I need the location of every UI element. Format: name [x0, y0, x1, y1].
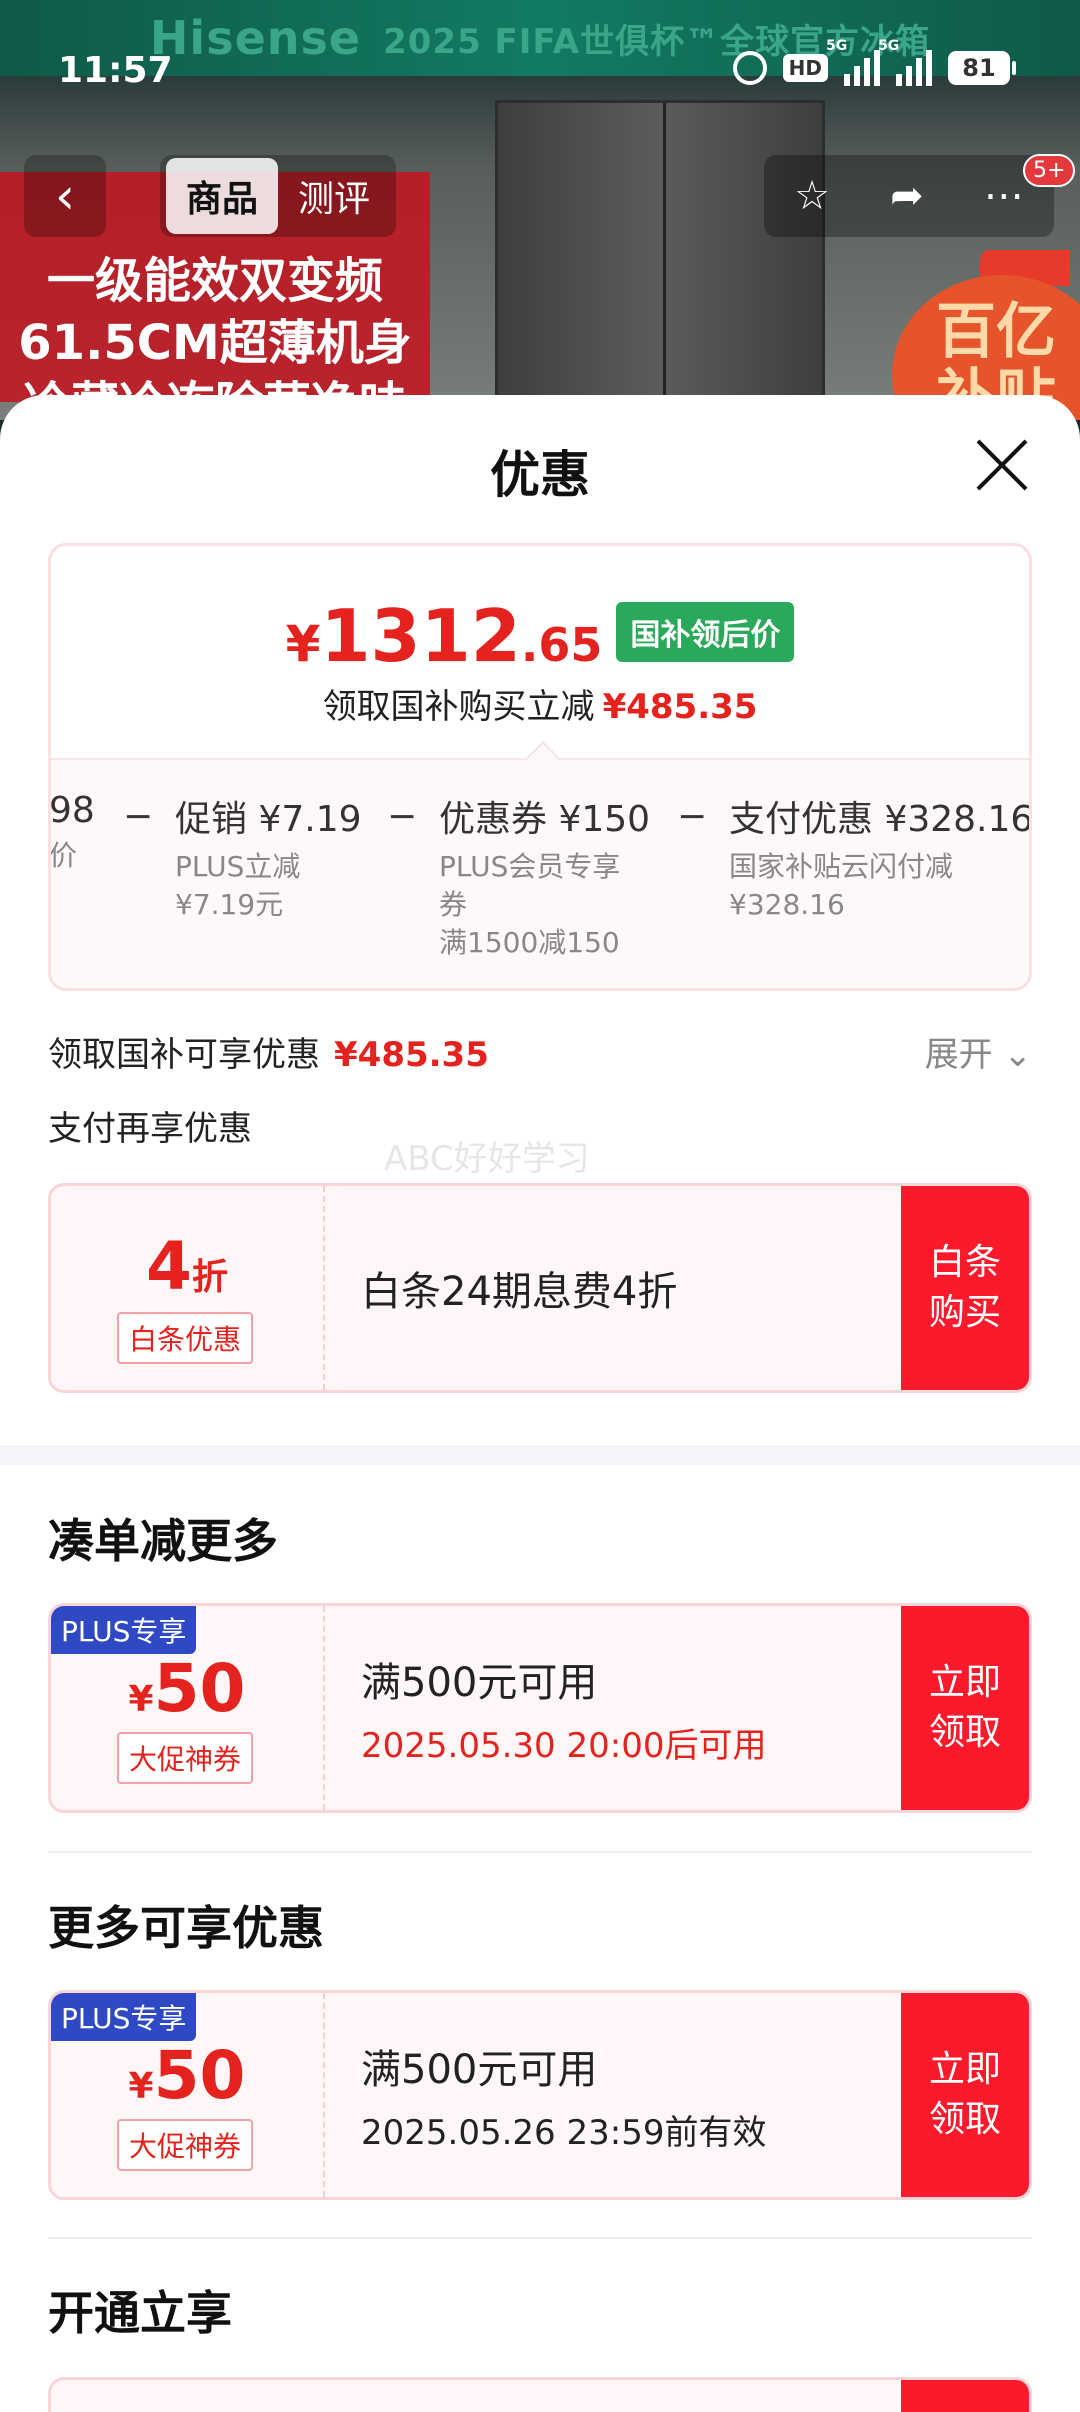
price-symbol: ¥: [285, 615, 321, 673]
claim-button[interactable]: 立即领取: [901, 1606, 1029, 1810]
nav-actions: ☆ ➦ ⋯: [764, 155, 1054, 237]
cart-badge: 5+: [1023, 154, 1076, 187]
price-integer: 1312: [320, 594, 521, 678]
benefit-row: 领取国补可享优惠 ¥485.35 展开 ⌄: [48, 1027, 1032, 1076]
coupon-time: 2025.05.30 20:00后可用: [361, 1725, 767, 1766]
benefit-label: 领取国补可享优惠: [48, 1035, 320, 1075]
share-icon[interactable]: ➦: [890, 173, 924, 219]
breakdown-item: 促销 ¥7.19 PLUS立减 ¥7.19元: [175, 799, 362, 921]
coupon-desc: 满500元可用: [361, 1659, 598, 1706]
minus-sign: −: [123, 796, 154, 837]
divider: [48, 1851, 1032, 1853]
section-divider: [0, 1445, 1080, 1465]
more-icon[interactable]: ⋯: [984, 173, 1024, 219]
save-line: 领取国补购买立减 ¥485.35: [51, 679, 1029, 728]
watermark: ABC好好学习: [384, 1139, 590, 1179]
baitiao-buy-button[interactable]: 白条购买: [901, 1186, 1029, 1390]
plus-tag: PLUS专享: [51, 1606, 197, 1654]
breakdown-item: 98 价: [49, 790, 95, 872]
save-text: 领取国补购买立减: [322, 687, 595, 727]
fridge-image: [495, 100, 825, 420]
save-amount: ¥485.35: [602, 687, 758, 727]
coupon-info: 满500元可用 2025.05.30 20:00后可用: [361, 1606, 766, 1810]
close-button[interactable]: [974, 437, 1030, 493]
price-summary: ¥ 1312 .65 国补领后价 领取国补购买立减 ¥485.35: [51, 546, 1029, 758]
minus-sign: −: [387, 796, 418, 837]
claim-button[interactable]: [901, 2380, 1029, 2412]
promo-line: 一级能效双变频: [46, 253, 383, 309]
divider: [48, 2237, 1032, 2239]
coupon-tag: 白条优惠: [117, 1312, 254, 1364]
discount-sheet: 优惠 ¥ 1312 .65 国补领后价 领取国补购买立减 ¥485.35 98 价…: [0, 395, 1080, 2412]
coupon-symbol: ¥: [128, 1679, 154, 1720]
coupon-info: 白条24期息费4折: [361, 1186, 677, 1390]
coupon-left: 4折 白条优惠: [51, 1186, 325, 1390]
chevron-down-icon: ⌄: [1003, 1035, 1033, 1075]
subsidy-price-tag: 国补领后价: [616, 602, 795, 662]
price-breakdown[interactable]: 98 价 − 促销 ¥7.19 PLUS立减 ¥7.19元 − 优惠券 ¥150…: [49, 741, 1032, 988]
coupon-tag: 大促神券: [117, 1732, 254, 1784]
coupon-card-partial: [48, 2377, 1032, 2412]
back-button[interactable]: ‹: [24, 155, 106, 237]
chevron-left-icon: ‹: [55, 167, 75, 225]
benefit-amount: ¥485.35: [334, 1035, 489, 1075]
discount-unit: 折: [191, 1257, 228, 1298]
minus-sign: −: [677, 796, 708, 837]
status-icons: HD 5G 5G 81: [732, 38, 1016, 86]
claim-button[interactable]: 立即领取: [901, 1993, 1029, 2197]
breakdown-item: 支付优惠 ¥328.16 国家补贴云闪付减 ¥328.16: [729, 799, 1032, 921]
discount-value: 4: [146, 1228, 192, 1305]
price-card: ¥ 1312 .65 国补领后价 领取国补购买立减 ¥485.35 98 价 − …: [48, 543, 1032, 991]
promo-line: 61.5CM超薄机身: [18, 315, 412, 371]
baitiao-card: 4折 白条优惠 白条24期息费4折 白条购买: [48, 1183, 1032, 1393]
plus-tag: PLUS专享: [51, 1993, 197, 2041]
coupon-card: ¥50 大促神券 PLUS专享 满500元可用 2025.05.30 20:00…: [48, 1603, 1032, 1813]
signal-icon: 5G: [826, 38, 880, 86]
battery-icon: 81: [948, 51, 1016, 85]
breakdown-item: 优惠券 ¥150 PLUS会员专享 券 满1500减150: [439, 799, 651, 959]
hd-icon: HD: [782, 54, 828, 82]
coupon-value: 50: [153, 2037, 246, 2114]
status-time: 11:57: [58, 50, 173, 91]
coupon-info: 满500元可用 2025.05.26 23:59前有效: [361, 1993, 766, 2197]
expand-toggle[interactable]: 展开 ⌄: [925, 1027, 1032, 1076]
alarm-icon: [732, 51, 767, 85]
pay-label: 支付再享优惠: [48, 1109, 252, 1149]
price-decimal: .65: [520, 618, 603, 672]
tab-product[interactable]: 商品: [166, 158, 279, 234]
section-title: 更多可享优惠: [48, 1901, 324, 1955]
coupon-tag: 大促神券: [117, 2119, 254, 2171]
final-price: ¥ 1312 .65 国补领后价: [51, 594, 1029, 678]
tab-review[interactable]: 测评: [278, 158, 390, 234]
coupon-card: ¥50 大促神券 PLUS专享 满500元可用 2025.05.26 23:59…: [48, 1990, 1032, 2200]
product-tabs: 商品 测评: [160, 155, 397, 237]
star-icon[interactable]: ☆: [794, 173, 830, 219]
coupon-desc: 满500元可用: [361, 2046, 598, 2093]
signal-icon: 5G: [878, 38, 932, 86]
coupon-desc: 白条24期息费4折: [361, 1269, 678, 1315]
section-title: 凑单减更多: [48, 1514, 278, 1568]
coupon-time: 2025.05.26 23:59前有效: [361, 2112, 767, 2153]
coupon-symbol: ¥: [128, 2066, 154, 2107]
section-title: 开通立享: [48, 2286, 232, 2340]
status-bar: 11:57 HD 5G 5G 81: [0, 0, 1080, 140]
sheet-title: 优惠: [490, 446, 590, 504]
coupon-value: 50: [153, 1650, 246, 1727]
